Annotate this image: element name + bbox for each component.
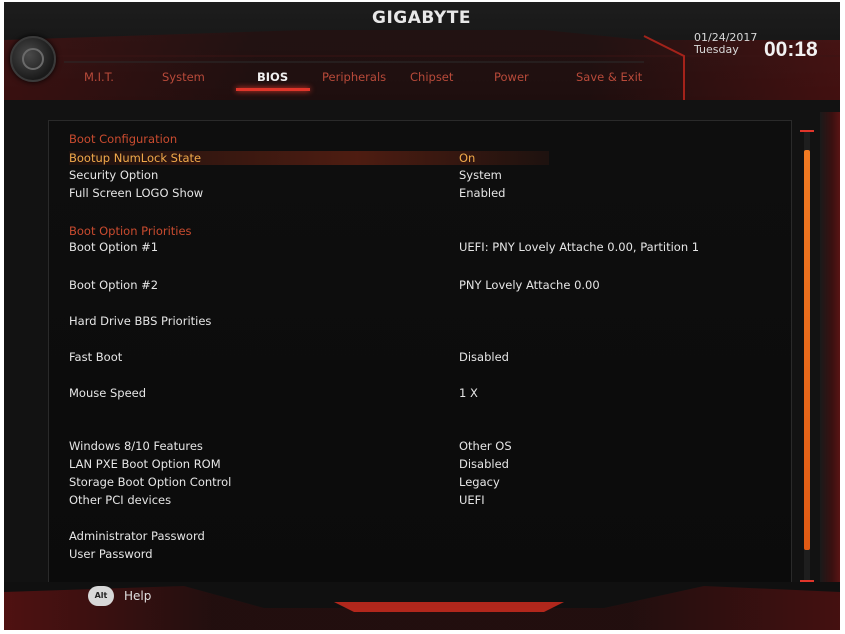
- tab-power[interactable]: Power: [494, 70, 529, 84]
- setting-lan-pxe[interactable]: LAN PXE Boot Option ROM Disabled: [69, 456, 789, 472]
- setting-user-password[interactable]: User Password: [69, 546, 789, 562]
- setting-label: Storage Boot Option Control: [69, 475, 232, 489]
- setting-admin-password[interactable]: Administrator Password: [69, 528, 789, 544]
- setting-value[interactable]: Disabled: [459, 349, 509, 365]
- tab-mit[interactable]: M.I.T.: [84, 70, 114, 84]
- section-boot-option-priorities: Boot Option Priorities: [69, 223, 789, 239]
- scrollbar-cap-top: [800, 130, 814, 132]
- settings-panel: Boot Configuration Bootup NumLock State …: [48, 120, 792, 592]
- clock: 00:18: [764, 38, 818, 61]
- setting-value[interactable]: Legacy: [459, 474, 500, 490]
- tab-chipset[interactable]: Chipset: [410, 70, 453, 84]
- section-heading: Boot Option Priorities: [69, 224, 192, 238]
- setting-label: Boot Option #1: [69, 240, 159, 254]
- help-label: Help: [124, 589, 152, 603]
- setting-value[interactable]: On: [459, 150, 475, 166]
- setting-fast-boot[interactable]: Fast Boot Disabled: [69, 349, 789, 365]
- setting-label: LAN PXE Boot Option ROM: [69, 457, 221, 471]
- setting-boot-option-1[interactable]: Boot Option #1 UEFI: PNY Lovely Attache …: [69, 239, 789, 255]
- setting-full-screen-logo[interactable]: Full Screen LOGO Show Enabled: [69, 185, 789, 201]
- scrollbar-thumb[interactable]: [804, 150, 810, 550]
- tab-system[interactable]: System: [162, 70, 205, 84]
- setting-value[interactable]: PNY Lovely Attache 0.00: [459, 277, 600, 293]
- section-heading: Boot Configuration: [69, 132, 178, 146]
- setting-label: User Password: [69, 547, 153, 561]
- alt-key-badge: Alt: [88, 586, 114, 606]
- setting-hdd-bbs-priorities[interactable]: Hard Drive BBS Priorities: [69, 313, 789, 329]
- setting-label: Other PCI devices: [69, 493, 172, 507]
- right-edge-decoration: [820, 112, 840, 612]
- menu-tabs: M.I.T. System BIOS Peripherals Chipset P…: [4, 70, 704, 92]
- setting-label: Security Option: [69, 168, 159, 182]
- setting-value[interactable]: System: [459, 167, 502, 183]
- setting-other-pci[interactable]: Other PCI devices UEFI: [69, 492, 789, 508]
- active-tab-indicator: [236, 88, 310, 91]
- setting-mouse-speed[interactable]: Mouse Speed 1 X: [69, 385, 789, 401]
- setting-value[interactable]: UEFI: PNY Lovely Attache 0.00, Partition…: [459, 239, 699, 255]
- tab-save-exit[interactable]: Save & Exit: [576, 70, 642, 84]
- setting-value[interactable]: 1 X: [459, 385, 478, 401]
- setting-value[interactable]: Disabled: [459, 456, 509, 472]
- setting-label: Fast Boot: [69, 350, 123, 364]
- setting-label: Hard Drive BBS Priorities: [69, 314, 212, 328]
- setting-label: Boot Option #2: [69, 278, 159, 292]
- setting-boot-option-2[interactable]: Boot Option #2 PNY Lovely Attache 0.00: [69, 277, 789, 293]
- setting-value[interactable]: Enabled: [459, 185, 505, 201]
- setting-label: Full Screen LOGO Show: [69, 186, 204, 200]
- setting-windows-features[interactable]: Windows 8/10 Features Other OS: [69, 438, 789, 454]
- setting-value[interactable]: UEFI: [459, 492, 485, 508]
- tab-peripherals[interactable]: Peripherals: [322, 70, 386, 84]
- brand-logo: GIGABYTE: [372, 8, 471, 28]
- date-display: 01/24/2017 Tuesday: [694, 32, 757, 56]
- setting-security-option[interactable]: Security Option System: [69, 167, 789, 183]
- bios-window: GIGABYTE 01/24/2017 Tuesday 00:18 M.I.T.…: [4, 2, 840, 630]
- tab-bios[interactable]: BIOS: [257, 70, 288, 84]
- setting-label: Mouse Speed: [69, 386, 147, 400]
- setting-label: Windows 8/10 Features: [69, 439, 203, 453]
- setting-label: Bootup NumLock State: [69, 151, 202, 165]
- day-text: Tuesday: [694, 43, 739, 56]
- setting-bootup-numlock[interactable]: Bootup NumLock State On: [69, 150, 789, 166]
- setting-value[interactable]: Other OS: [459, 438, 512, 454]
- section-boot-configuration: Boot Configuration: [69, 131, 789, 147]
- setting-storage-boot[interactable]: Storage Boot Option Control Legacy: [69, 474, 789, 490]
- setting-label: Administrator Password: [69, 529, 205, 543]
- header-bar: GIGABYTE 01/24/2017 Tuesday 00:18 M.I.T.…: [4, 2, 840, 100]
